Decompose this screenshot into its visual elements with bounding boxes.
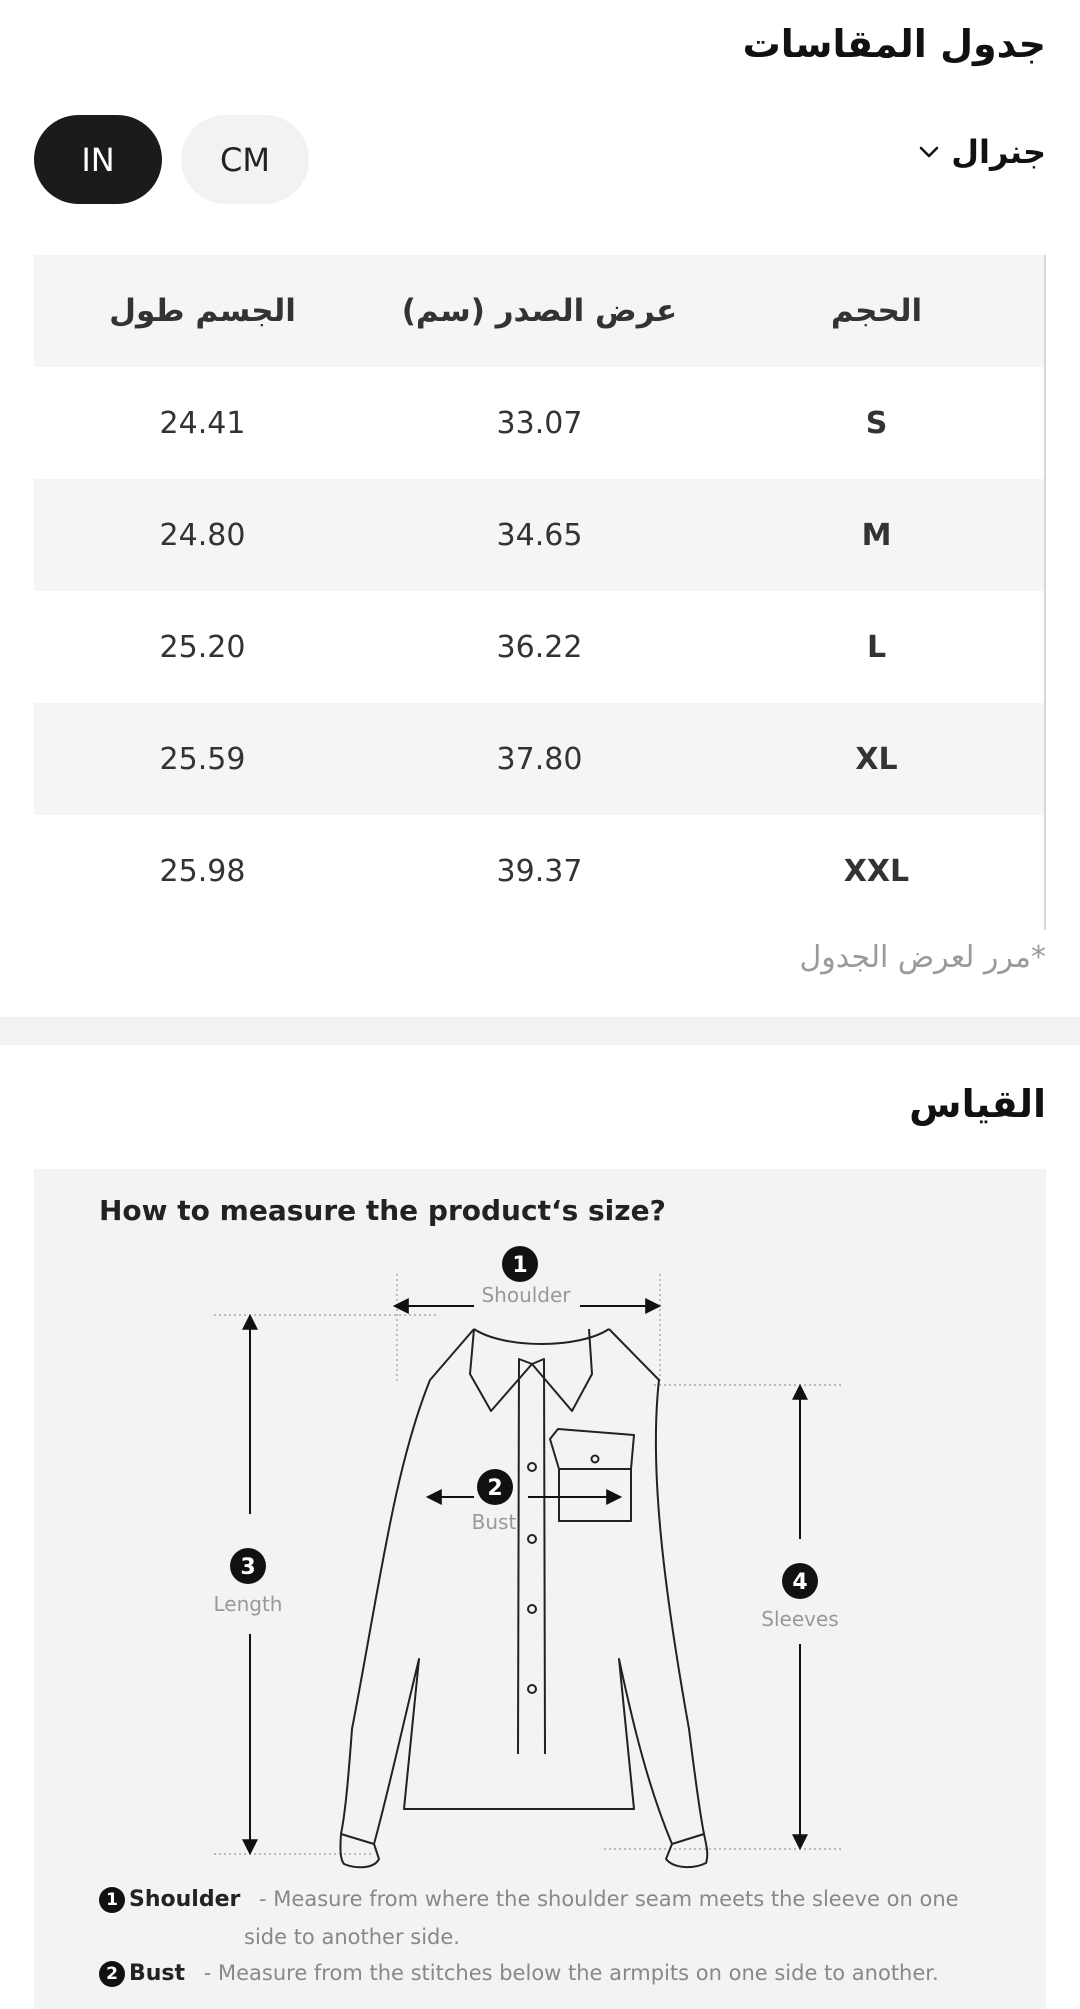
size-cell: M [708,479,1045,591]
sleeves-label: Sleeves [761,1607,838,1631]
bust-cell: 33.07 [496,405,583,441]
bust-label: Bust [472,1510,517,1534]
legend-item-bust: 2 Bust - Measure from the stitches below … [99,1961,939,1987]
header-length: الجسم طول [34,255,371,367]
measure-guide-image: How to measure the product‘s size? 1 2 3… [34,1169,1046,2009]
size-standard-dropdown[interactable]: جنرال [917,133,1046,171]
table-row: 25.59 37.80 XL [34,703,1045,815]
marker-4-number: 4 [792,1570,807,1595]
marker-2-number: 2 [487,1476,502,1501]
table-row: 25.20 36.22 L [34,591,1045,703]
bust-cell: 36.22 [496,629,583,665]
legend-desc: - Measure from the stitches below the ar… [203,1961,939,1985]
size-chart-title: جدول المقاسات [742,22,1046,66]
length-cell: 24.41 [159,405,246,441]
header-size: الحجم [708,255,1045,367]
header-bust: عرض الصدر (سم) [371,255,708,367]
legend-item-shoulder: 1 Shoulder - Measure from where the shoul… [99,1887,959,1913]
table-row: 24.80 34.65 M [34,479,1045,591]
size-standard-label: جنرال [951,133,1046,171]
unit-in-button[interactable]: IN [34,115,162,204]
section-divider [0,1017,1080,1045]
size-cell: XL [708,703,1045,815]
size-cell: L [866,629,887,665]
scroll-hint: *مرر لعرض الجدول [799,940,1047,975]
bust-cell: 37.80 [371,703,708,815]
shirt-diagram: 1 2 3 4 Shoulder Bust Length Sleeves [214,1246,844,1869]
marker-1-number: 1 [512,1253,527,1278]
length-cell: 25.20 [159,629,246,665]
chevron-down-icon [917,140,941,164]
legend-desc: - Measure from where the shoulder seam m… [259,1887,959,1911]
unit-cm-button[interactable]: CM [181,115,309,204]
size-cell: XXL [843,853,910,889]
bust-cell: 39.37 [496,853,583,889]
length-cell: 24.80 [34,479,371,591]
legend-number: 2 [99,1961,125,1987]
shoulder-label: Shoulder [481,1283,571,1307]
size-cell: S [865,405,888,441]
length-cell: 25.98 [159,853,246,889]
legend-name: Shoulder [129,1887,241,1912]
table-row: 25.98 39.37 XXL [34,815,1045,927]
table-header-row: الجسم طول عرض الصدر (سم) الحجم [34,255,1045,367]
length-label: Length [214,1592,283,1616]
table-row: 24.41 33.07 S [34,367,1045,479]
legend-number: 1 [99,1887,125,1913]
size-table: الجسم طول عرض الصدر (سم) الحجم 24.41 33.… [34,255,1045,927]
table-scrollbar[interactable] [1044,255,1046,930]
length-cell: 25.59 [34,703,371,815]
measure-title: القياس [909,1082,1046,1126]
legend-desc-cont: side to another side. [244,1925,460,1949]
legend-name: Bust [129,1961,186,1986]
bust-cell: 34.65 [371,479,708,591]
marker-3-number: 3 [240,1555,255,1580]
